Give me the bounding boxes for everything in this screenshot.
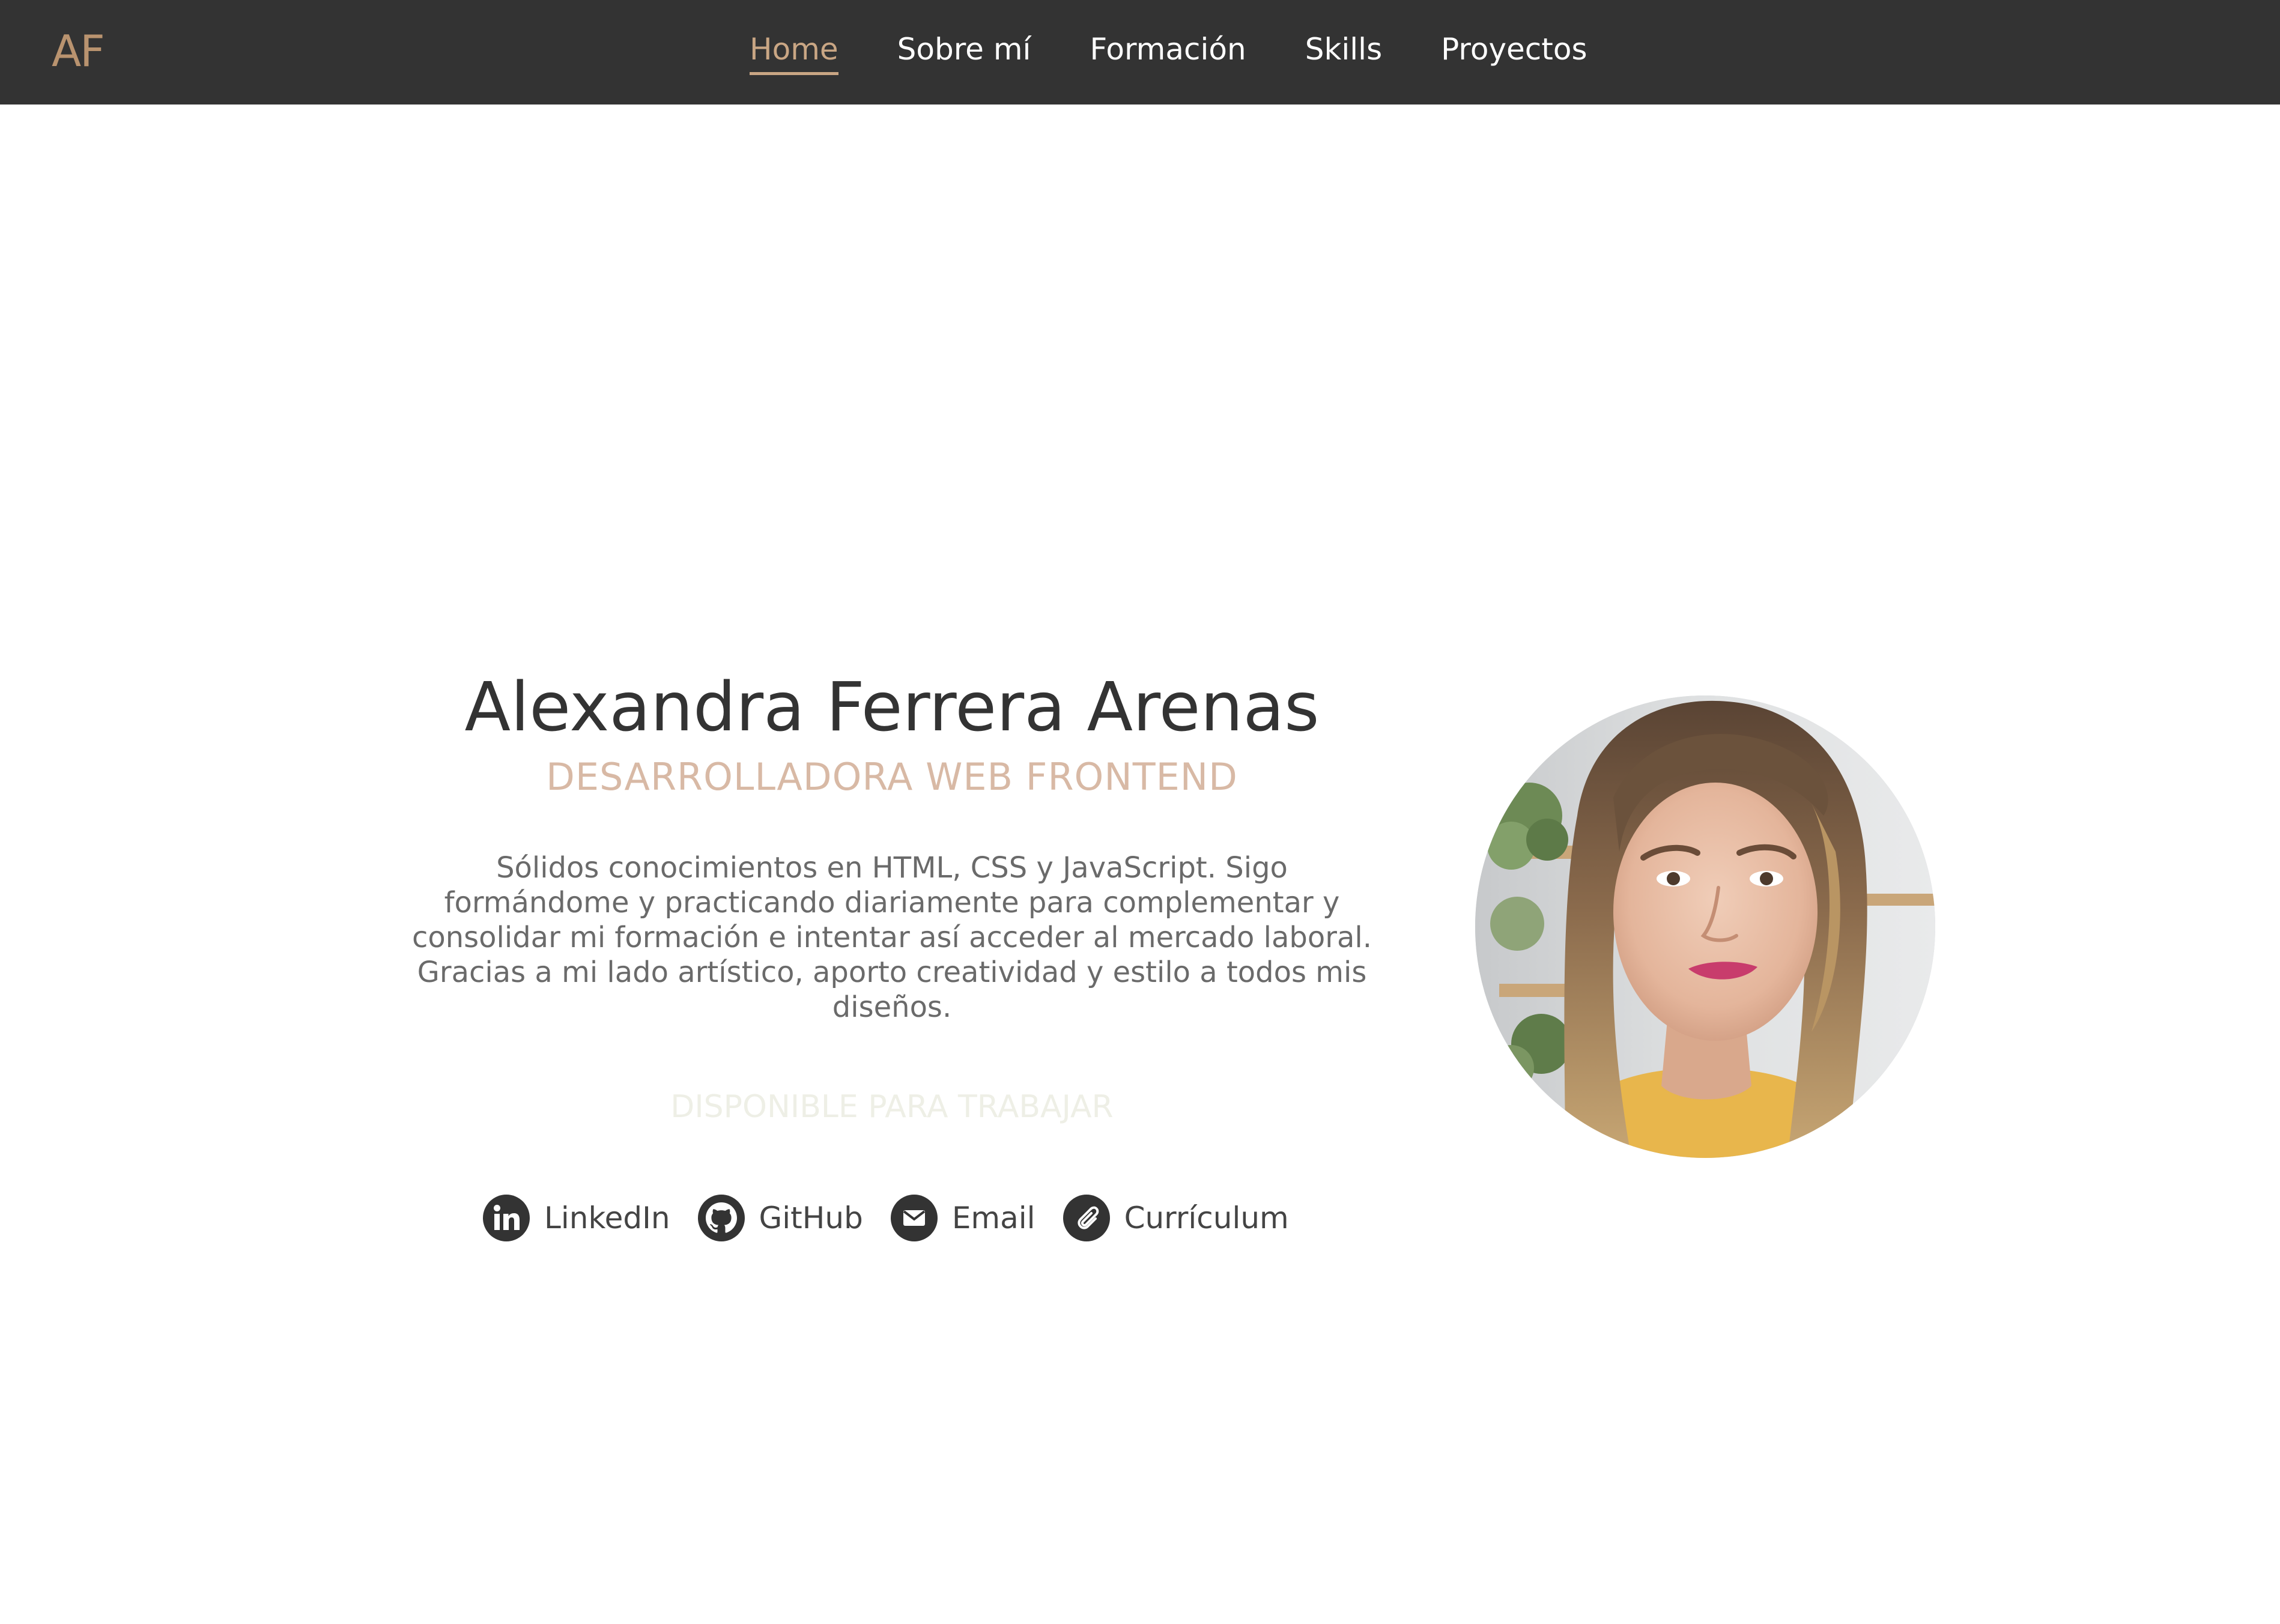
github-link[interactable]: GitHub: [697, 1195, 863, 1241]
email-icon: [890, 1195, 938, 1241]
nav-link-home[interactable]: Home: [750, 26, 838, 75]
nav-link-sobre-mi[interactable]: Sobre mí: [897, 26, 1031, 72]
linkedin-link[interactable]: LinkedIn: [483, 1195, 670, 1241]
email-label: Email: [951, 1201, 1035, 1235]
availability-text: DISPONIBLE PARA TRABAJAR: [670, 1089, 1114, 1125]
hero-description: Sólidos conocimientos en HTML, CSS y Jav…: [411, 851, 1372, 1024]
github-icon: [697, 1195, 745, 1241]
nav-menu: Home Sobre mí Formación Skills Proyectos: [750, 26, 1587, 77]
paperclip-icon: [1063, 1195, 1110, 1241]
email-link[interactable]: Email: [890, 1195, 1035, 1241]
social-links: LinkedIn GitHub Email Currículum: [483, 1193, 1289, 1243]
hero-name: Alexandra Ferrera Arenas: [464, 668, 1320, 747]
hero-section: Alexandra Ferrera Arenas DESARROLLADORA …: [384, 665, 1399, 1127]
github-label: GitHub: [759, 1201, 863, 1235]
hero-role: DESARROLLADORA WEB FRONTEND: [546, 755, 1238, 799]
navbar: AF Home Sobre mí Formación Skills Proyec…: [0, 0, 2280, 105]
linkedin-icon: [483, 1195, 530, 1241]
nav-link-skills[interactable]: Skills: [1305, 26, 1382, 72]
curriculum-label: Currículum: [1124, 1201, 1289, 1235]
profile-photo: [1475, 695, 1935, 1158]
curriculum-link[interactable]: Currículum: [1063, 1195, 1289, 1241]
nav-link-formacion[interactable]: Formación: [1090, 26, 1246, 72]
logo[interactable]: AF: [52, 23, 105, 79]
nav-link-proyectos[interactable]: Proyectos: [1441, 26, 1587, 72]
linkedin-label: LinkedIn: [544, 1201, 670, 1235]
